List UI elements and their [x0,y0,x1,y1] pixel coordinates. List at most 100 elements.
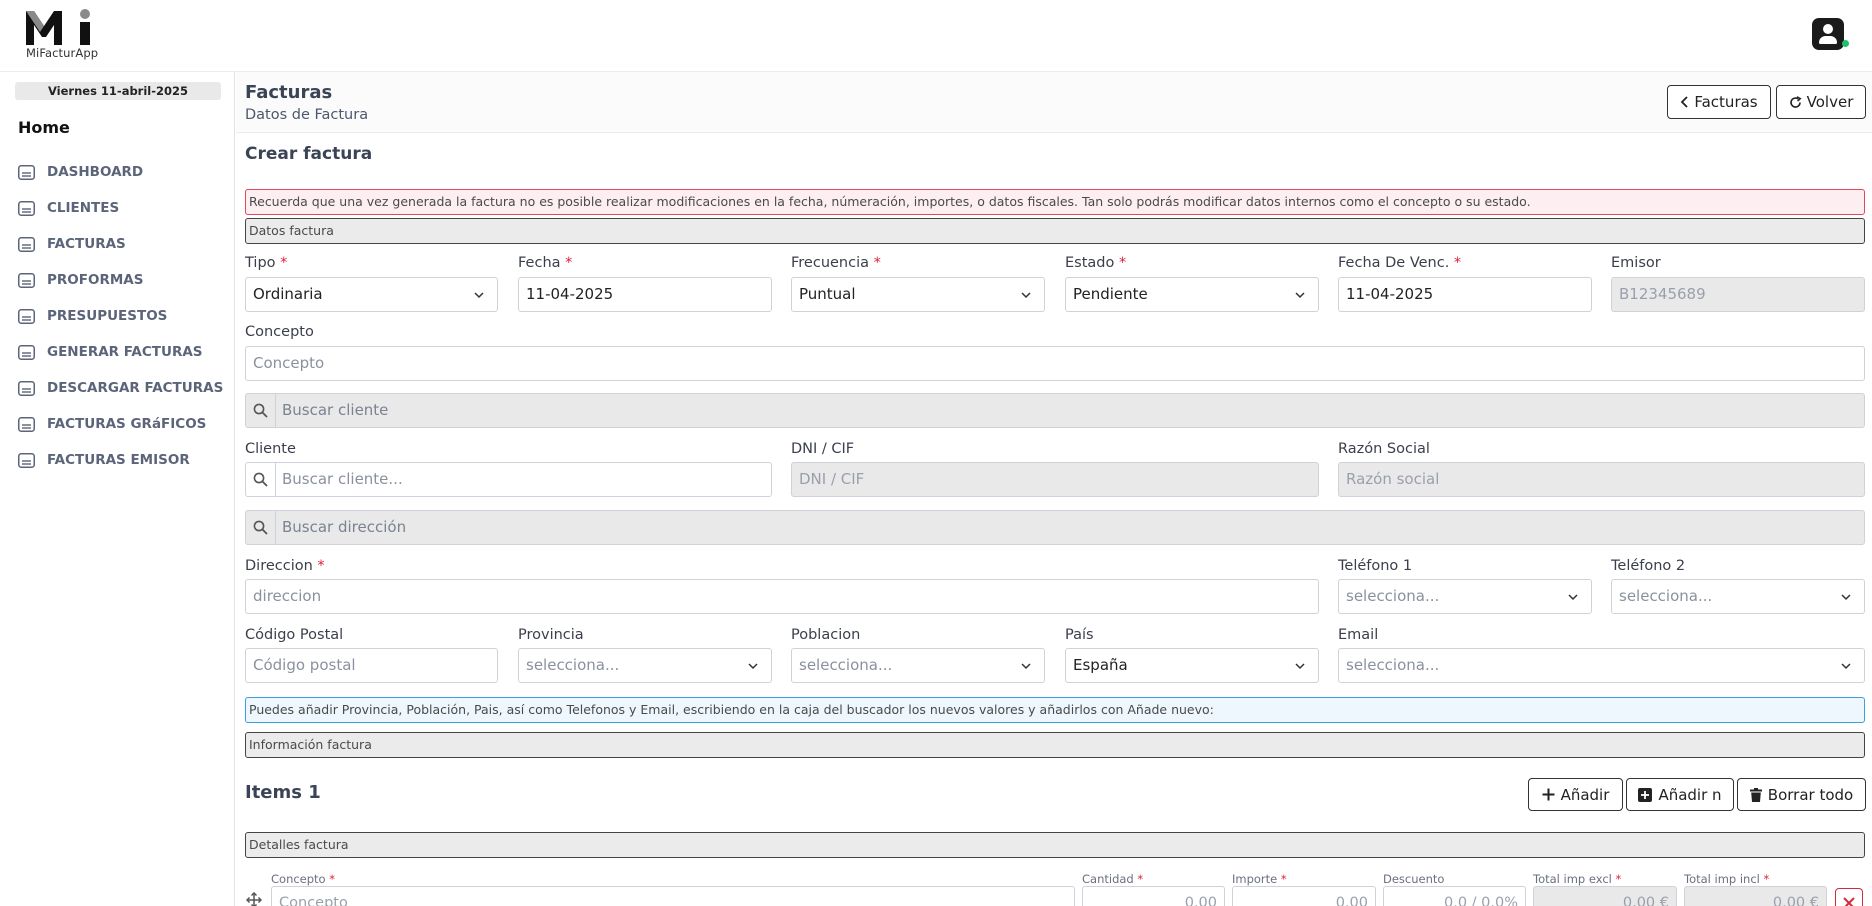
item-concepto-input[interactable]: Concepto [271,886,1075,906]
item-total-incl-input: 0.00 € [1684,886,1827,906]
sidebar-item-label: FACTURAS GRáFICOS [47,416,207,432]
buscar-cliente-search[interactable]: Buscar cliente [245,393,1865,428]
fecha-label: Fecha * [518,255,573,271]
sidebar-item-label: DESCARGAR FACTURAS [47,380,224,396]
add-n-items-button[interactable]: Añadir n [1626,778,1734,811]
menu-card-icon [18,344,35,360]
direccion-input[interactable]: direccion [245,579,1319,614]
sidebar-item-facturas-graficos[interactable]: FACTURAS GRáFICOS [18,406,228,442]
chevron-down-icon [1568,594,1578,601]
sidebar: Viernes 11-abril-2025 Home DASHBOARD CLI… [0,72,235,906]
direccion-label: Direccion * [245,558,325,574]
concepto-input[interactable]: Concepto [245,346,1865,381]
drag-handle-icon[interactable] [246,892,262,906]
cp-input[interactable]: Código postal [245,648,498,683]
email-label: Email [1338,627,1379,643]
tipo-label: Tipo * [245,255,288,271]
telefono1-select[interactable]: selecciona... [1338,579,1592,614]
top-bar: MiFacturApp [0,0,1872,72]
fecha-input[interactable]: 11-04-2025 [518,277,772,312]
razon-social-label: Razón Social [1338,441,1430,457]
telefono2-select[interactable]: selecciona... [1611,579,1865,614]
info-alert: Puedes añadir Provincia, Población, Pais… [245,697,1865,723]
telefono2-label: Teléfono 2 [1611,558,1686,574]
add-n-items-label: Añadir n [1658,785,1722,804]
emisor-input: B12345689 [1611,277,1865,312]
tipo-select[interactable]: Ordinaria [245,277,498,312]
poblacion-label: Poblacion [791,627,861,643]
item-importe-label: Importe * [1232,872,1287,886]
dni-input: DNI / CIF [791,462,1319,497]
telefono1-label: Teléfono 1 [1338,558,1413,574]
page-subtitle: Datos de Factura [245,107,369,123]
section-detalles-factura[interactable]: Detalles factura [245,832,1865,858]
chevron-down-icon [1841,594,1851,601]
add-item-button[interactable]: Añadir [1528,778,1623,811]
clear-all-label: Borrar todo [1767,785,1854,804]
sidebar-item-facturas[interactable]: FACTURAS [18,226,228,262]
fecha-venc-input[interactable]: 11-04-2025 [1338,277,1592,312]
chevron-down-icon [474,292,484,299]
menu-card-icon [18,452,35,468]
user-avatar-icon[interactable] [1812,18,1844,50]
sidebar-item-label: GENERAR FACTURAS [47,344,203,360]
frecuencia-label: Frecuencia * [791,255,881,271]
menu-card-icon [18,308,35,324]
menu-card-icon [18,272,35,288]
sidebar-item-proformas[interactable]: PROFORMAS [18,262,228,298]
provincia-label: Provincia [518,627,584,643]
sidebar-item-clientes[interactable]: CLIENTES [18,190,228,226]
sidebar-item-facturas-emisor[interactable]: FACTURAS EMISOR [18,442,228,478]
item-descuento-label: Descuento [1383,872,1445,886]
item-concepto-label: Concepto * [271,872,336,886]
facturas-button-label: Facturas [1694,93,1758,111]
sidebar-item-presupuestos[interactable]: PRESUPUESTOS [18,298,228,334]
sidebar-item-generar-facturas[interactable]: GENERAR FACTURAS [18,334,228,370]
fecha-venc-label: Fecha De Venc. * [1338,255,1462,271]
poblacion-select[interactable]: selecciona... [791,648,1045,683]
menu-card-icon [18,416,35,432]
frecuencia-select[interactable]: Puntual [791,277,1045,312]
pais-select[interactable]: España [1065,648,1319,683]
dni-label: DNI / CIF [791,441,855,457]
menu-card-icon [18,380,35,396]
sidebar-item-label: PRESUPUESTOS [47,308,168,324]
chevron-down-icon [748,663,758,670]
cp-label: Código Postal [245,627,344,643]
section-datos-factura[interactable]: Datos factura [245,218,1865,244]
item-importe-input[interactable]: 0.00 [1232,886,1376,906]
sidebar-item-label: CLIENTES [47,200,120,216]
section-informacion-factura[interactable]: Información factura [245,732,1865,758]
buscar-direccion-search[interactable]: Buscar dirección [245,510,1865,545]
main-content: Facturas Datos de Factura Facturas Volve… [236,72,1872,906]
home-title[interactable]: Home [18,118,70,137]
delete-item-button[interactable] [1835,888,1863,906]
sidebar-item-label: PROFORMAS [47,272,144,288]
estado-select[interactable]: Pendiente [1065,277,1319,312]
clear-all-button[interactable]: Borrar todo [1737,778,1866,811]
item-descuento-input[interactable]: 0.0 / 0.0% [1383,886,1526,906]
add-item-label: Añadir [1560,785,1610,804]
menu-card-icon [18,236,35,252]
cliente-label: Cliente [245,441,296,457]
emisor-label: Emisor [1611,255,1661,271]
sidebar-item-dashboard[interactable]: DASHBOARD [18,154,228,190]
sidebar-item-label: DASHBOARD [47,164,144,180]
app-logo[interactable]: MiFacturApp [25,8,105,60]
item-cantidad-input[interactable]: 0.00 [1082,886,1225,906]
logo-mark-icon [26,9,90,45]
volver-button[interactable]: Volver [1776,85,1866,119]
facturas-back-button[interactable]: Facturas [1667,85,1771,119]
cliente-search-input[interactable]: Buscar cliente... [245,462,772,497]
email-select[interactable]: selecciona... [1338,648,1865,683]
page-title: Facturas [245,82,333,103]
plus-icon [1542,788,1555,801]
logo-text: MiFacturApp [26,46,99,60]
menu-card-icon [18,164,35,180]
item-total-excl-label: Total imp excl * [1533,872,1622,886]
chevron-down-icon [1295,663,1305,670]
search-icon [246,511,276,544]
warning-alert: Recuerda que una vez generada la factura… [245,189,1865,215]
sidebar-item-descargar-facturas[interactable]: DESCARGAR FACTURAS [18,370,228,406]
provincia-select[interactable]: selecciona... [518,648,772,683]
